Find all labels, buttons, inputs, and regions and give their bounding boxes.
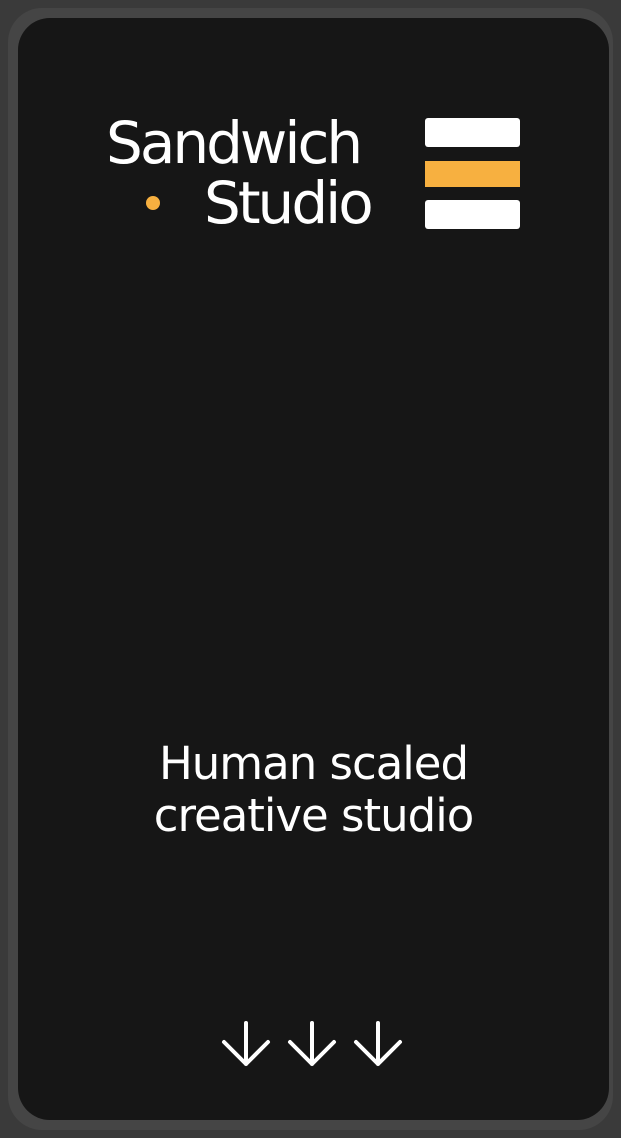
- menu-bar-top: [425, 118, 520, 147]
- menu-bar-middle: [425, 161, 520, 187]
- logo-dot: [146, 196, 160, 210]
- hamburger-menu-icon[interactable]: [425, 118, 520, 230]
- scroll-down-indicator[interactable]: [220, 1020, 406, 1068]
- hero-tagline-line1: Human scaled: [158, 737, 469, 790]
- arrow-down-icon[interactable]: [352, 1020, 404, 1068]
- logo-text-line1: Sandwich: [106, 109, 363, 177]
- hero-tagline: Human scaled creative studio: [18, 738, 609, 842]
- brand-logo[interactable]: Sandwich Studio: [104, 110, 394, 240]
- hero-tagline-line2: creative studio: [153, 789, 475, 842]
- arrow-down-icon[interactable]: [220, 1020, 272, 1068]
- hero-card: Sandwich Studio Human scaled creative st…: [18, 18, 609, 1120]
- menu-bar-bottom: [425, 200, 520, 229]
- arrow-down-icon[interactable]: [286, 1020, 338, 1068]
- logo-text-line2: Studio: [204, 169, 374, 237]
